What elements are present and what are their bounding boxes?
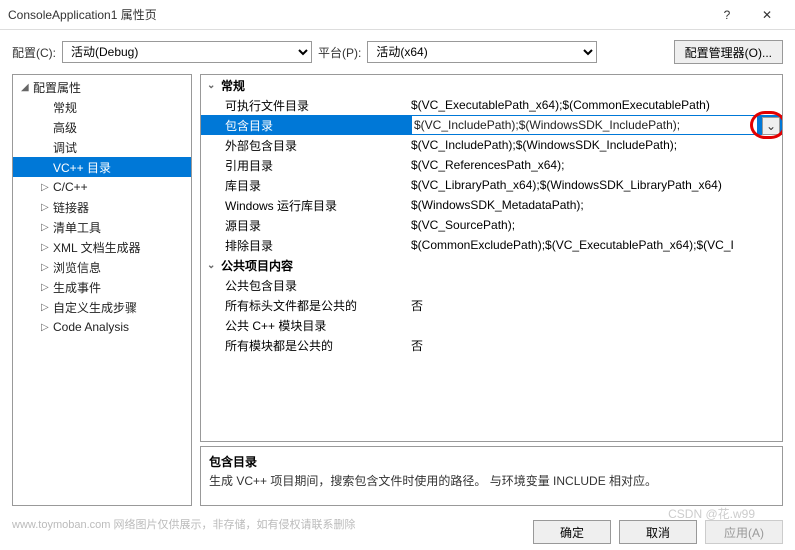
property-value[interactable]: $(VC_ReferencesPath_x64);	[411, 158, 782, 172]
expand-icon: ▷	[41, 282, 53, 293]
tree-item-label: 生成事件	[53, 279, 101, 296]
watermark-footer: www.toymoban.com 网络图片仅供展示，非存储，如有侵权请联系删除	[12, 516, 355, 532]
property-label: 所有模块都是公共的	[201, 337, 411, 354]
tree-item[interactable]: 高级	[13, 117, 191, 137]
toolbar: 配置(C): 活动(Debug) 平台(P): 活动(x64) 配置管理器(O)…	[0, 30, 795, 74]
property-label: 库目录	[201, 177, 411, 194]
expand-icon: ▷	[41, 302, 53, 313]
platform-select[interactable]: 活动(x64)	[367, 41, 597, 63]
property-row[interactable]: 排除目录$(CommonExcludePath);$(VC_Executable…	[201, 235, 782, 255]
tree-item[interactable]: ▷清单工具	[13, 217, 191, 237]
tree-item[interactable]: ▷Code Analysis	[13, 317, 191, 337]
tree-item[interactable]: ▷生成事件	[13, 277, 191, 297]
property-label: 包含目录	[201, 117, 411, 134]
tree-item-label: Code Analysis	[53, 320, 129, 334]
expand-icon: ▷	[41, 182, 53, 193]
property-label: 所有标头文件都是公共的	[201, 297, 411, 314]
value-dropdown-button[interactable]: ⌄	[762, 117, 780, 135]
collapse-icon: ⌄	[207, 260, 221, 271]
config-manager-button[interactable]: 配置管理器(O)...	[674, 40, 783, 64]
property-value[interactable]: $(VC_IncludePath);$(WindowsSDK_IncludePa…	[411, 138, 782, 152]
config-label: 配置(C):	[12, 44, 56, 61]
apply-button[interactable]: 应用(A)	[705, 520, 783, 544]
property-value[interactable]: $(VC_IncludePath);$(WindowsSDK_IncludePa…	[411, 115, 758, 135]
property-row[interactable]: 所有标头文件都是公共的否	[201, 295, 782, 315]
tree-item[interactable]: ▷浏览信息	[13, 257, 191, 277]
property-row[interactable]: 源目录$(VC_SourcePath);	[201, 215, 782, 235]
property-row[interactable]: 公共包含目录	[201, 275, 782, 295]
tree-item-label: 链接器	[53, 199, 89, 216]
property-label: 公共 C++ 模块目录	[201, 317, 411, 334]
ok-button[interactable]: 确定	[533, 520, 611, 544]
description-text: 生成 VC++ 项目期间，搜索包含文件时使用的路径。 与环境变量 INCLUDE…	[209, 472, 774, 489]
close-button[interactable]: ✕	[747, 1, 787, 29]
expand-icon: ▷	[41, 202, 53, 213]
property-label: 排除目录	[201, 237, 411, 254]
property-label: 可执行文件目录	[201, 97, 411, 114]
tree-item[interactable]: ▷链接器	[13, 197, 191, 217]
property-row[interactable]: 包含目录$(VC_IncludePath);$(WindowsSDK_Inclu…	[201, 115, 782, 135]
platform-label: 平台(P):	[318, 44, 361, 61]
description-title: 包含目录	[209, 453, 774, 470]
group-name: 常规	[221, 77, 245, 94]
property-value[interactable]: 否	[411, 337, 782, 354]
property-label: 公共包含目录	[201, 277, 411, 294]
titlebar: ConsoleApplication1 属性页 ? ✕	[0, 0, 795, 30]
expand-icon: ▷	[41, 262, 53, 273]
property-row[interactable]: 公共 C++ 模块目录	[201, 315, 782, 335]
cancel-button[interactable]: 取消	[619, 520, 697, 544]
tree-item[interactable]: 调试	[13, 137, 191, 157]
property-value[interactable]: $(VC_ExecutablePath_x64);$(CommonExecuta…	[411, 98, 782, 112]
property-row[interactable]: 外部包含目录$(VC_IncludePath);$(WindowsSDK_Inc…	[201, 135, 782, 155]
property-grid[interactable]: ⌄常规可执行文件目录$(VC_ExecutablePath_x64);$(Com…	[200, 74, 783, 442]
tree-item-label: 清单工具	[53, 219, 101, 236]
group-header[interactable]: ⌄公共项目内容	[201, 255, 782, 275]
tree-item[interactable]: VC++ 目录	[13, 157, 191, 177]
config-select[interactable]: 活动(Debug)	[62, 41, 312, 63]
property-label: Windows 运行库目录	[201, 197, 411, 214]
property-row[interactable]: 库目录$(VC_LibraryPath_x64);$(WindowsSDK_Li…	[201, 175, 782, 195]
property-value[interactable]: $(VC_SourcePath);	[411, 218, 782, 232]
tree-item-label: 调试	[53, 139, 77, 156]
tree-item-label: C/C++	[53, 180, 88, 194]
group-name: 公共项目内容	[221, 257, 293, 274]
tree-item-label: 浏览信息	[53, 259, 101, 276]
chevron-down-icon: ⌄	[766, 119, 776, 133]
expand-icon: ▷	[41, 222, 53, 233]
property-label: 外部包含目录	[201, 137, 411, 154]
help-button[interactable]: ?	[707, 1, 747, 29]
property-row[interactable]: 可执行文件目录$(VC_ExecutablePath_x64);$(Common…	[201, 95, 782, 115]
tree-item[interactable]: ▷自定义生成步骤	[13, 297, 191, 317]
tree-root[interactable]: ◢ 配置属性	[13, 77, 191, 97]
property-label: 源目录	[201, 217, 411, 234]
nav-tree[interactable]: ◢ 配置属性 常规高级调试VC++ 目录▷C/C++▷链接器▷清单工具▷XML …	[12, 74, 192, 506]
property-value[interactable]: $(CommonExcludePath);$(VC_ExecutablePath…	[411, 238, 782, 252]
watermark-csdn: CSDN @花.w99	[668, 505, 755, 522]
tree-item-label: VC++ 目录	[53, 159, 111, 176]
tree-item-label: 自定义生成步骤	[53, 299, 137, 316]
tree-item[interactable]: ▷XML 文档生成器	[13, 237, 191, 257]
property-row[interactable]: 所有模块都是公共的否	[201, 335, 782, 355]
tree-item[interactable]: 常规	[13, 97, 191, 117]
collapse-icon: ⌄	[207, 80, 221, 91]
property-row[interactable]: 引用目录$(VC_ReferencesPath_x64);	[201, 155, 782, 175]
tree-item-label: 高级	[53, 119, 77, 136]
property-row[interactable]: Windows 运行库目录$(WindowsSDK_MetadataPath);	[201, 195, 782, 215]
expand-icon: ▷	[41, 322, 53, 333]
expand-icon: ▷	[41, 242, 53, 253]
property-value[interactable]: $(WindowsSDK_MetadataPath);	[411, 198, 782, 212]
description-panel: 包含目录 生成 VC++ 项目期间，搜索包含文件时使用的路径。 与环境变量 IN…	[200, 446, 783, 506]
property-value[interactable]: 否	[411, 297, 782, 314]
tree-item[interactable]: ▷C/C++	[13, 177, 191, 197]
tree-item-label: XML 文档生成器	[53, 239, 141, 256]
property-label: 引用目录	[201, 157, 411, 174]
group-header[interactable]: ⌄常规	[201, 75, 782, 95]
tree-item-label: 常规	[53, 99, 77, 116]
window-title: ConsoleApplication1 属性页	[8, 6, 707, 23]
collapse-icon: ◢	[21, 82, 33, 93]
property-value[interactable]: $(VC_LibraryPath_x64);$(WindowsSDK_Libra…	[411, 178, 782, 192]
